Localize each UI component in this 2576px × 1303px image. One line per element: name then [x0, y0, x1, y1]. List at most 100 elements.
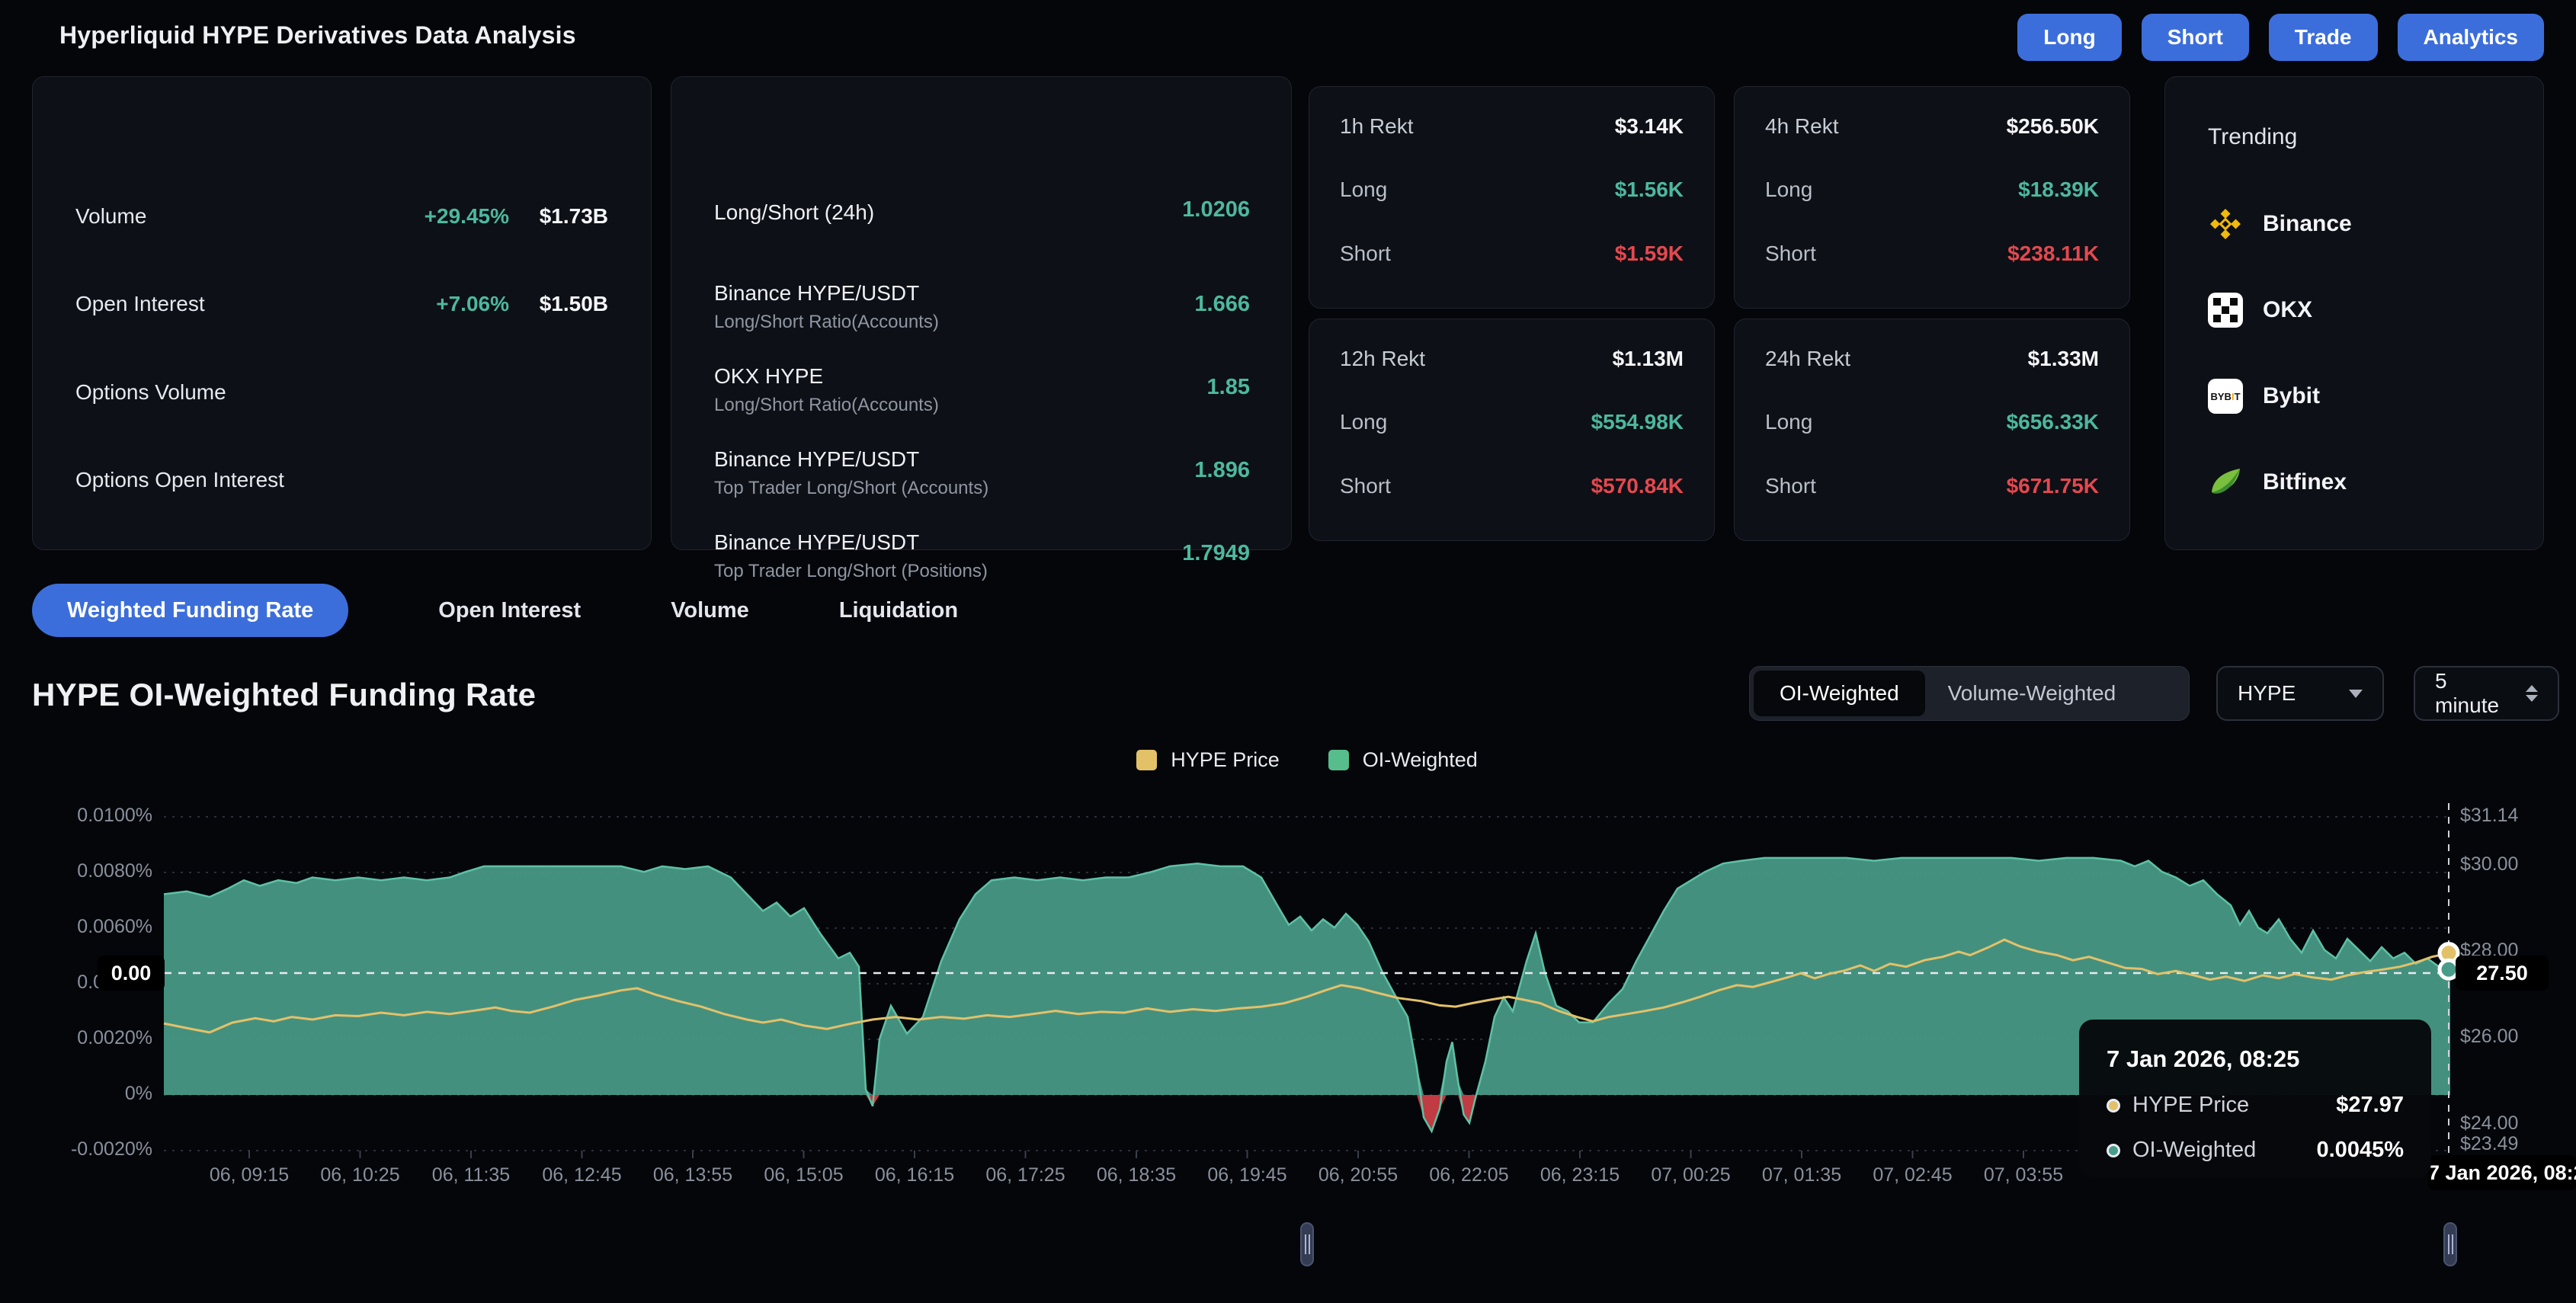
ratio-sublabel: Long/Short Ratio(Accounts) — [714, 395, 1250, 416]
market-stats-card: Volume +29.45% $1.73B Open Interest +7.0… — [32, 76, 652, 550]
tooltip-label: HYPE Price — [2132, 1093, 2249, 1118]
legend-hype-price[interactable]: HYPE Price — [1136, 748, 1280, 772]
rekt-long-value: $1.56K — [1615, 174, 1684, 205]
ratio-sublabel: Top Trader Long/Short (Accounts) — [714, 478, 1250, 499]
short-button[interactable]: Short — [2142, 14, 2249, 61]
ratio-value: 1.0206 — [1182, 197, 1250, 223]
oi-dot-icon — [2107, 1144, 2120, 1157]
tooltip-value: $27.97 — [2336, 1093, 2404, 1118]
ratio-label: Binance HYPE/USDT — [714, 281, 1250, 306]
rekt-title: 24h Rekt — [1765, 347, 1850, 370]
rekt-title: 4h Rekt — [1765, 114, 1839, 138]
ratio-row: Binance HYPE/USDT Top Trader Long/Short … — [714, 530, 1250, 582]
toggle-oi-weighted[interactable]: OI-Weighted — [1754, 671, 1925, 716]
stat-row-options-volume: Options Volume — [75, 376, 608, 409]
rekt-short-value: $671.75K — [2007, 471, 2099, 501]
header-buttons: Long Short Trade Analytics — [2017, 14, 2544, 61]
rekt-total: $1.33M — [2028, 344, 2099, 374]
binance-icon — [2208, 206, 2243, 242]
tooltip-label: OI-Weighted — [2132, 1138, 2256, 1163]
trending-item-okx[interactable]: OKX — [2208, 293, 2312, 328]
rekt-long-value: $656.33K — [2007, 407, 2099, 437]
stat-value: $1.50B — [540, 287, 608, 321]
toggle-volume-weighted[interactable]: Volume-Weighted — [1925, 671, 2139, 716]
rekt-short-value: $238.11K — [2007, 239, 2099, 269]
tab-weighted-funding-rate[interactable]: Weighted Funding Rate — [32, 584, 348, 637]
current-right-axis-badge: 27.50 — [2456, 956, 2549, 991]
spinner-icon — [2526, 685, 2538, 702]
trending-name: OKX — [2263, 297, 2312, 323]
rekt-short-label: Short — [1340, 474, 1391, 498]
right-axis-tick: $24.00 — [2460, 1113, 2574, 1135]
ratio-row: Binance HYPE/USDT Long/Short Ratio(Accou… — [714, 281, 1250, 333]
legend-swatch — [1136, 750, 1157, 770]
legend-label: OI-Weighted — [1363, 748, 1478, 772]
rekt-title: 12h Rekt — [1340, 347, 1425, 370]
trending-item-binance[interactable]: Binance — [2208, 206, 2352, 242]
stat-change: +29.45% — [425, 200, 509, 233]
trending-name: Bitfinex — [2263, 469, 2347, 495]
trending-name: Bybit — [2263, 383, 2320, 409]
left-axis-tick: 0.0020% — [0, 1027, 152, 1049]
tab-liquidation[interactable]: Liquidation — [839, 598, 958, 623]
x-axis-tick: 07, 03:55 — [1955, 1164, 2092, 1186]
interval-select[interactable]: 5 minute — [2414, 666, 2559, 721]
page-title: Hyperliquid HYPE Derivatives Data Analys… — [59, 21, 576, 50]
trending-card: Trending Binance — [2164, 76, 2544, 550]
tooltip-value: 0.0045% — [2317, 1138, 2405, 1163]
trending-item-bitfinex[interactable]: Bitfinex — [2208, 465, 2347, 500]
rekt-card-1h: 1h Rekt$3.14K Long$1.56K Short$1.59K — [1309, 86, 1715, 309]
stat-row-options-open-interest: Options Open Interest — [75, 463, 608, 497]
chart-tabs: Weighted Funding Rate Open Interest Volu… — [32, 584, 958, 637]
ratio-label: Binance HYPE/USDT — [714, 530, 1250, 555]
bybit-icon: BYBIT — [2208, 379, 2243, 414]
navigator-left-handle[interactable] — [1300, 1222, 1314, 1266]
legend-swatch — [1328, 750, 1349, 770]
interval-select-value: 5 minute — [2435, 669, 2509, 718]
tooltip-row-oi: OI-Weighted 0.0045% — [2107, 1138, 2404, 1163]
rekt-short-label: Short — [1765, 474, 1816, 498]
analytics-button[interactable]: Analytics — [2398, 14, 2545, 61]
stat-label: Options Open Interest — [75, 468, 284, 491]
stat-row-open-interest: Open Interest +7.06% $1.50B — [75, 287, 608, 321]
tooltip-row-price: HYPE Price $27.97 — [2107, 1093, 2404, 1118]
ratio-row: OKX HYPE Long/Short Ratio(Accounts) 1.85 — [714, 364, 1250, 416]
current-left-axis-badge: 0.00 — [98, 956, 165, 991]
rekt-total: $256.50K — [2007, 111, 2099, 142]
rekt-card-4h: 4h Rekt $256.50K Long $18.39K Short $238.11… — [1734, 86, 2130, 309]
tooltip-time: 7 Jan 2026, 08:25 — [2107, 1045, 2404, 1073]
trending-name: Binance — [2263, 211, 2352, 237]
tab-open-interest[interactable]: Open Interest — [438, 598, 581, 623]
rekt-card-24h: 24h Rekt $1.33M Long $656.33K Short $671.75… — [1734, 319, 2130, 541]
rekt-short-label: Short — [1765, 242, 1816, 265]
stat-label: Volume — [75, 204, 146, 228]
price-dot-icon — [2107, 1099, 2120, 1113]
tab-volume[interactable]: Volume — [671, 598, 749, 623]
rekt-long-value: $18.39K — [2018, 174, 2099, 205]
long-button[interactable]: Long — [2017, 14, 2121, 61]
trade-button[interactable]: Trade — [2269, 14, 2378, 61]
left-axis-tick: 0% — [0, 1083, 152, 1105]
chevron-down-icon — [2349, 690, 2363, 698]
stat-value: $1.73B — [540, 200, 608, 233]
navigator-right-handle[interactable] — [2443, 1222, 2457, 1266]
symbol-select[interactable]: HYPE — [2216, 666, 2384, 721]
ratio-sublabel: Top Trader Long/Short (Positions) — [714, 561, 1250, 582]
legend-oi-weighted[interactable]: OI-Weighted — [1328, 748, 1478, 772]
right-axis-tick: $23.49 — [2460, 1133, 2574, 1155]
ratio-value: 1.85 — [1207, 375, 1250, 400]
right-axis-tick: $30.00 — [2460, 853, 2574, 876]
rekt-long-label: Long — [1765, 178, 1812, 201]
ratio-value: 1.896 — [1194, 458, 1250, 483]
left-axis-tick: 0.0060% — [0, 916, 152, 938]
chart-tooltip: 7 Jan 2026, 08:25 HYPE Price $27.97 OI-W… — [2079, 1020, 2431, 1177]
rekt-long-label: Long — [1765, 410, 1812, 434]
okx-icon — [2208, 293, 2243, 328]
section-title: HYPE OI-Weighted Funding Rate — [32, 677, 536, 713]
rekt-short-value: $1.59K — [1615, 239, 1684, 269]
chart-legend: HYPE Price OI-Weighted — [164, 748, 2450, 772]
rekt-short-label: Short — [1340, 242, 1391, 265]
ratio-row: Long/Short (24h) 1.0206 — [714, 200, 1250, 225]
symbol-select-value: HYPE — [2238, 681, 2296, 706]
trending-item-bybit[interactable]: BYBIT Bybit — [2208, 379, 2320, 414]
